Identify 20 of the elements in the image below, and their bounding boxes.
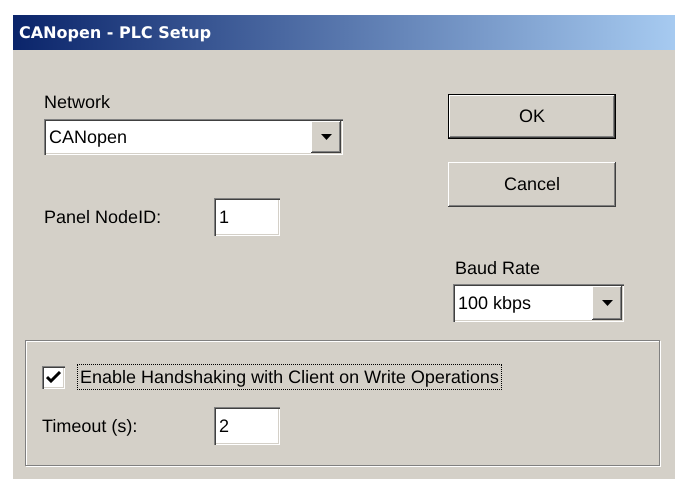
checkmark-icon [46,370,61,384]
dropdown-button[interactable] [311,121,341,153]
ok-button[interactable]: OK [448,94,616,139]
combo-value: CANopen [48,126,128,149]
checkbox-label[interactable]: Enable Handshaking with Client on Write Operations [77,364,502,390]
cancel-button[interactable]: Cancel [448,162,616,207]
node-id-field[interactable]: 1 [214,198,280,236]
caret-icon [320,134,332,140]
field-label: Panel NodeID: [44,206,162,228]
dropdown-button[interactable] [592,286,622,320]
field-label: Timeout (s): [42,415,138,437]
window-title: CANopen - PLC Setup [19,23,212,42]
checkbox[interactable] [42,366,65,388]
caret-icon [602,300,612,306]
combo-value: 100 kbps [457,292,532,315]
baud-rate-dropdown[interactable]: 100 kbps [453,284,624,322]
field-label: Baud Rate [455,257,540,279]
network-dropdown[interactable]: CANopen [44,119,343,155]
field-label: Network [44,91,110,113]
timeout-field[interactable]: 2 [214,407,280,445]
